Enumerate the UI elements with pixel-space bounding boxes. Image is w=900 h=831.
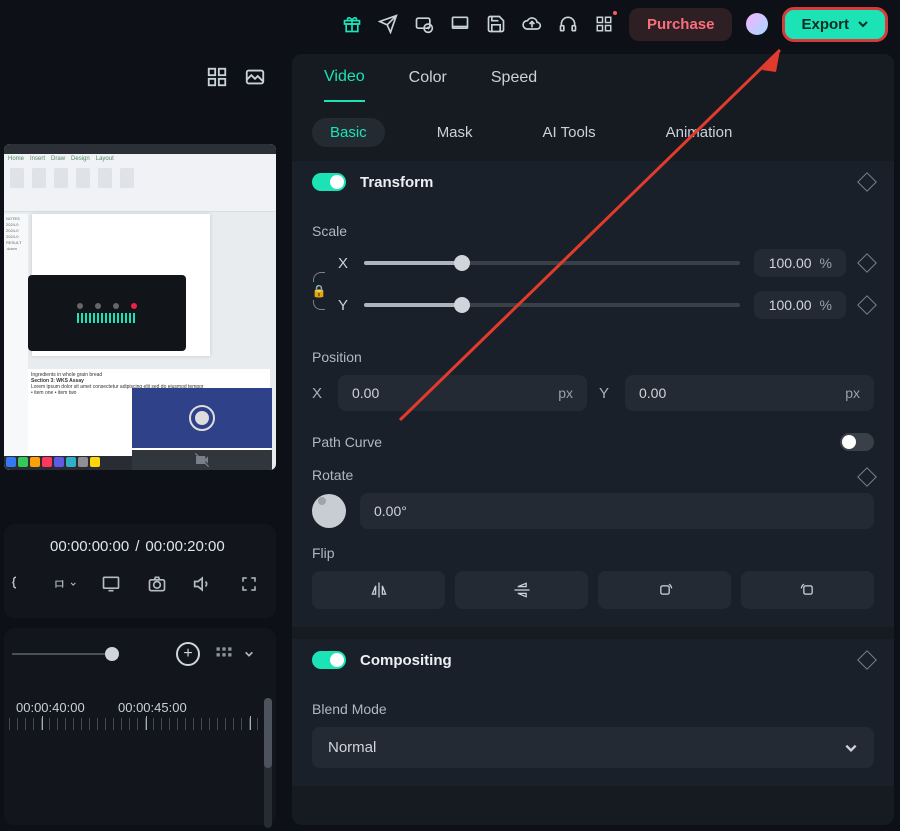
display-icon[interactable] xyxy=(100,573,122,595)
keyframe-button[interactable] xyxy=(857,295,877,315)
compositing-section: Compositing Blend Mode Normal xyxy=(292,639,894,786)
compositing-title: Compositing xyxy=(360,652,452,669)
timeline-scrollbar[interactable] xyxy=(264,698,272,828)
rotate-label: Rotate xyxy=(312,467,353,483)
primary-tabs: Video Color Speed xyxy=(292,54,894,102)
zoom-in-button[interactable]: + xyxy=(176,642,200,666)
avatar[interactable] xyxy=(746,13,768,35)
rotate-ccw-button[interactable] xyxy=(741,571,874,609)
transform-toggle[interactable] xyxy=(312,173,346,191)
subtab-animation[interactable]: Animation xyxy=(648,118,751,147)
obs-thumbnail xyxy=(132,388,272,448)
grid-view-icon[interactable] xyxy=(206,66,228,88)
zoom-slider[interactable] xyxy=(12,653,112,655)
history-icon[interactable] xyxy=(413,13,435,35)
transform-section: Transform Scale 🔒 X xyxy=(292,161,894,627)
rotate-value[interactable]: 0.00° xyxy=(360,493,874,529)
send-icon[interactable] xyxy=(377,13,399,35)
camera-off-icon xyxy=(132,450,272,470)
image-view-icon[interactable] xyxy=(244,66,266,88)
duration: 00:00:20:00 xyxy=(145,538,224,555)
position-y-axis-label: Y xyxy=(599,385,613,402)
purchase-button[interactable]: Purchase xyxy=(629,8,733,41)
fullscreen-icon[interactable] xyxy=(238,573,260,595)
secondary-tabs: Basic Mask AI Tools Animation xyxy=(292,102,894,161)
scale-label: Scale xyxy=(312,223,874,239)
tab-speed[interactable]: Speed xyxy=(491,69,537,101)
blend-mode-select[interactable]: Normal xyxy=(312,727,874,768)
keyframe-button[interactable] xyxy=(857,467,877,487)
position-y-input[interactable]: 0.00px xyxy=(625,375,874,411)
flip-horizontal-button[interactable] xyxy=(312,571,445,609)
crop-icon[interactable] xyxy=(54,573,76,595)
keyframe-button[interactable] xyxy=(857,172,877,192)
top-toolbar: Purchase Export xyxy=(0,0,900,48)
scale-x-value[interactable]: 100.00% xyxy=(754,249,846,277)
properties-panel: Video Color Speed Basic Mask AI Tools An… xyxy=(292,54,894,825)
subtab-basic[interactable]: Basic xyxy=(312,118,385,147)
flip-label: Flip xyxy=(312,545,874,561)
video-preview[interactable]: HomeInsertDrawDesignLayout NOTES2024-020… xyxy=(4,144,276,470)
flip-vertical-button[interactable] xyxy=(455,571,588,609)
transform-title: Transform xyxy=(360,174,433,191)
save-icon[interactable] xyxy=(485,13,507,35)
chevron-down-icon[interactable] xyxy=(244,649,254,659)
scale-y-slider[interactable] xyxy=(364,303,740,307)
braces-icon[interactable] xyxy=(8,573,30,595)
subtab-mask[interactable]: Mask xyxy=(419,118,491,147)
chevron-down-icon xyxy=(857,18,869,30)
tab-video[interactable]: Video xyxy=(324,68,365,102)
keyframe-button[interactable] xyxy=(857,650,877,670)
gift-icon[interactable] xyxy=(341,13,363,35)
monitor-icon[interactable] xyxy=(449,13,471,35)
tab-color[interactable]: Color xyxy=(409,69,447,101)
timeline-panel: + 00:00:40:00 00:00:45:00 xyxy=(4,628,276,825)
export-button[interactable]: Export xyxy=(782,7,888,42)
support-icon[interactable] xyxy=(557,13,579,35)
chevron-down-icon xyxy=(844,741,858,755)
time-divider: / xyxy=(135,538,139,555)
path-curve-toggle[interactable] xyxy=(840,433,874,451)
compositing-toggle[interactable] xyxy=(312,651,346,669)
timeline-view-icon[interactable] xyxy=(214,644,234,664)
scale-x-axis-label: X xyxy=(336,255,350,272)
timeline-tick-label: 00:00:40:00 xyxy=(16,700,85,715)
position-label: Position xyxy=(312,349,874,365)
scale-y-value[interactable]: 100.00% xyxy=(754,291,846,319)
rotate-dial[interactable] xyxy=(312,494,346,528)
subtab-ai-tools[interactable]: AI Tools xyxy=(525,118,614,147)
current-time: 00:00:00:00 xyxy=(50,538,129,555)
export-button-label: Export xyxy=(801,16,849,33)
scale-y-axis-label: Y xyxy=(336,297,350,314)
position-x-input[interactable]: 0.00px xyxy=(338,375,587,411)
scale-x-slider[interactable] xyxy=(364,261,740,265)
blend-mode-label: Blend Mode xyxy=(312,701,874,717)
position-x-axis-label: X xyxy=(312,385,326,402)
snapshot-icon[interactable] xyxy=(146,573,168,595)
playback-bar: 00:00:00:00 / 00:00:20:00 xyxy=(4,524,276,618)
volume-icon[interactable] xyxy=(192,573,214,595)
cloud-icon[interactable] xyxy=(521,13,543,35)
path-curve-label: Path Curve xyxy=(312,434,382,450)
preview-panel: HomeInsertDrawDesignLayout NOTES2024-020… xyxy=(0,52,280,831)
keyframe-button[interactable] xyxy=(857,253,877,273)
apps-icon[interactable] xyxy=(593,13,615,35)
scale-link-toggle[interactable]: 🔒 xyxy=(312,272,326,310)
timeline-tick-label: 00:00:45:00 xyxy=(118,700,187,715)
rotate-cw-button[interactable] xyxy=(598,571,731,609)
